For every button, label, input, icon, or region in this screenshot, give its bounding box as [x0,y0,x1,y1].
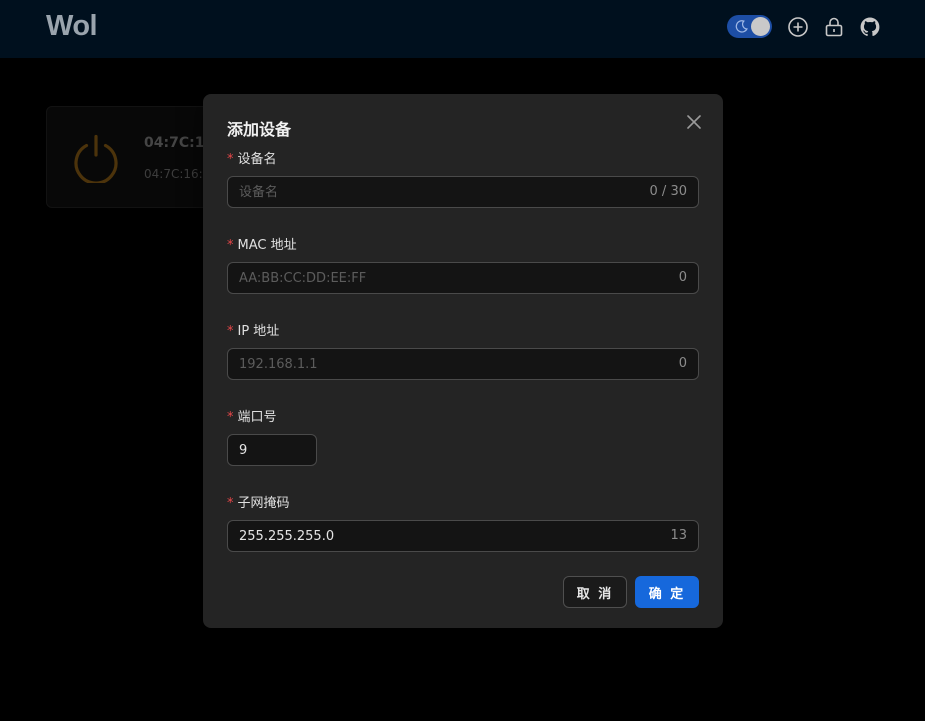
add-device-modal: 添加设备 *设备名 0 / 30 *MAC 地址 0 *IP 地址 0 *端口号… [203,94,723,628]
github-icon[interactable] [858,15,882,39]
theme-toggle[interactable] [727,15,772,38]
required-mark: * [227,496,234,511]
subnet-mask-input[interactable] [239,521,619,551]
confirm-button[interactable]: 确 定 [635,576,699,608]
port-label: * 端口号 [227,410,277,425]
add-circle-icon[interactable] [786,15,810,39]
close-icon[interactable] [685,113,703,131]
toggle-knob [751,17,770,36]
mac-input[interactable] [239,263,619,293]
required-mark: * [227,238,234,253]
subnet-mask-count: 13 [670,528,687,543]
mac-label: * MAC 地址 [227,238,297,253]
subnet-mask-label: * 子网掩码 [227,496,290,511]
port-field[interactable] [227,434,317,466]
device-name-count: 0 / 30 [649,184,687,199]
ip-field[interactable]: 0 [227,348,699,380]
device-name-label: * 设备名 [227,152,277,167]
app-title: Wol [46,10,98,42]
ip-label: * IP 地址 [227,324,280,339]
required-mark: * [227,152,234,167]
app-header: Wol [0,0,925,58]
moon-icon [734,19,749,34]
device-name-field[interactable]: 0 / 30 [227,176,699,208]
mac-field[interactable]: 0 [227,262,699,294]
cancel-button[interactable]: 取 消 [563,576,627,608]
device-name-input[interactable] [239,177,619,207]
required-mark: * [227,410,234,425]
mac-count: 0 [678,270,687,285]
port-input[interactable] [239,435,309,465]
ip-count: 0 [678,356,687,371]
subnet-mask-field[interactable]: 13 [227,520,699,552]
modal-title: 添加设备 [227,120,292,139]
required-mark: * [227,324,234,339]
ip-input[interactable] [239,349,619,379]
lock-icon[interactable] [822,15,846,39]
